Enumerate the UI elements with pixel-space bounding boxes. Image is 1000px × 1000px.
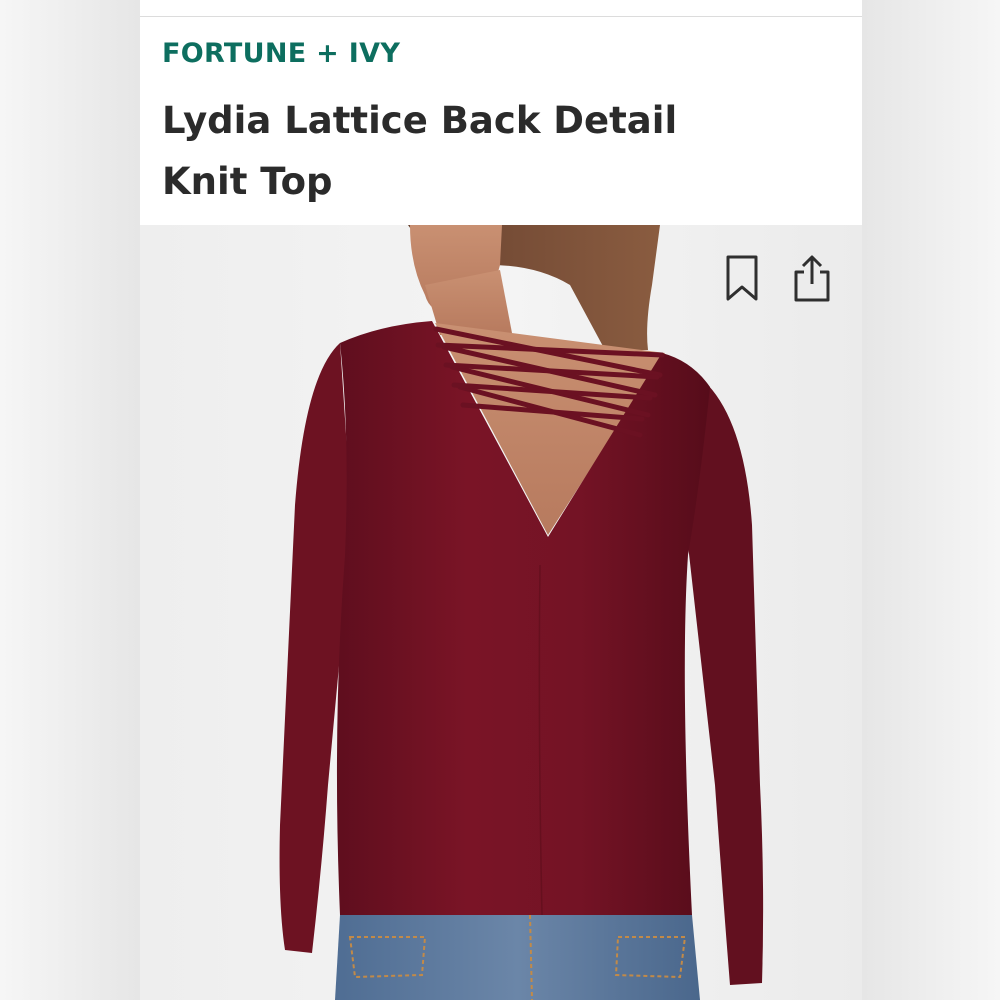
header-divider xyxy=(140,16,862,17)
bookmark-button[interactable] xyxy=(720,252,764,304)
product-title: Lydia Lattice Back Detail Knit Top xyxy=(162,99,678,203)
right-blur-margin xyxy=(862,0,1000,1000)
jeans xyxy=(335,915,700,1000)
share-icon xyxy=(794,255,830,302)
share-button[interactable] xyxy=(790,252,834,304)
bookmark-icon xyxy=(726,255,758,301)
product-header: FORTUNE + IVY Lydia Lattice Back Detail … xyxy=(140,0,862,225)
brand-name[interactable]: FORTUNE + IVY xyxy=(162,38,400,69)
product-card: FORTUNE + IVY Lydia Lattice Back Detail … xyxy=(140,0,862,1000)
left-blur-margin xyxy=(0,0,140,1000)
product-image[interactable] xyxy=(140,225,862,1000)
